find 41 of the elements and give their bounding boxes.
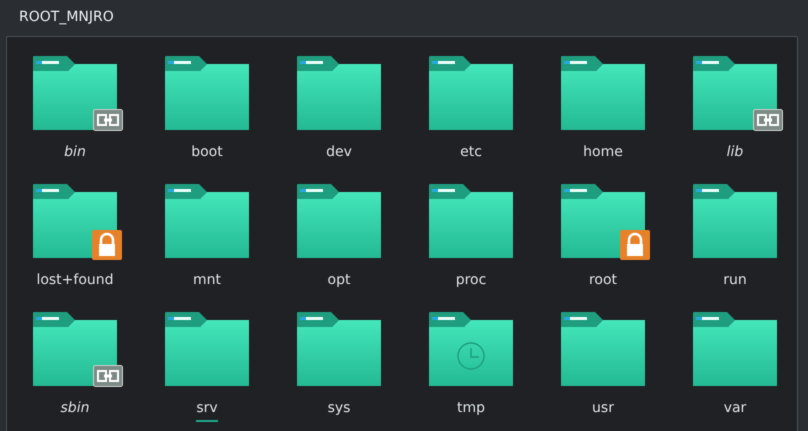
folder-icon[interactable] [33,56,117,130]
folder-name: lib [726,143,744,162]
folder-icon[interactable] [165,56,249,130]
lock-icon [92,230,122,260]
link-icon [93,365,123,387]
folder-name: proc [456,271,486,290]
folder-name: root [588,271,618,290]
folder-name: etc [460,143,482,162]
folder-name: usr [592,399,614,418]
link-icon [93,109,123,131]
folder-icon[interactable] [165,312,249,386]
window-title: ROOT_MNJRO [19,9,114,25]
folder-name: run [723,271,747,290]
folder-icon[interactable] [429,56,513,130]
folder-icon[interactable] [561,56,645,130]
lock-icon [620,230,650,260]
link-icon [753,109,783,131]
folder-icon[interactable] [693,56,777,130]
folder-icon[interactable] [693,184,777,258]
folder-name: sys [328,399,350,418]
folder-name: opt [328,271,350,290]
folder-name: boot [191,143,223,162]
folder-name: var [724,399,746,418]
folder-icon[interactable] [693,312,777,386]
folder-icon[interactable] [429,312,513,386]
folder-name: mnt [193,271,221,290]
folder-icon[interactable] [165,184,249,258]
folder-name: home [583,143,623,162]
folder-icon[interactable] [33,312,117,386]
folder-name: sbin [60,399,90,418]
folder-icon[interactable] [561,312,645,386]
folder-name: lost+found [36,271,114,290]
folder-icon[interactable] [297,312,381,386]
folder-icon[interactable] [429,184,513,258]
folder-name: bin [64,143,86,162]
folder-icon[interactable] [297,56,381,130]
clock-icon [457,342,485,370]
folder-name: tmp [456,399,485,418]
folder-icon[interactable] [297,184,381,258]
folder-name: dev [326,143,352,162]
folder-name: srv [196,398,218,422]
